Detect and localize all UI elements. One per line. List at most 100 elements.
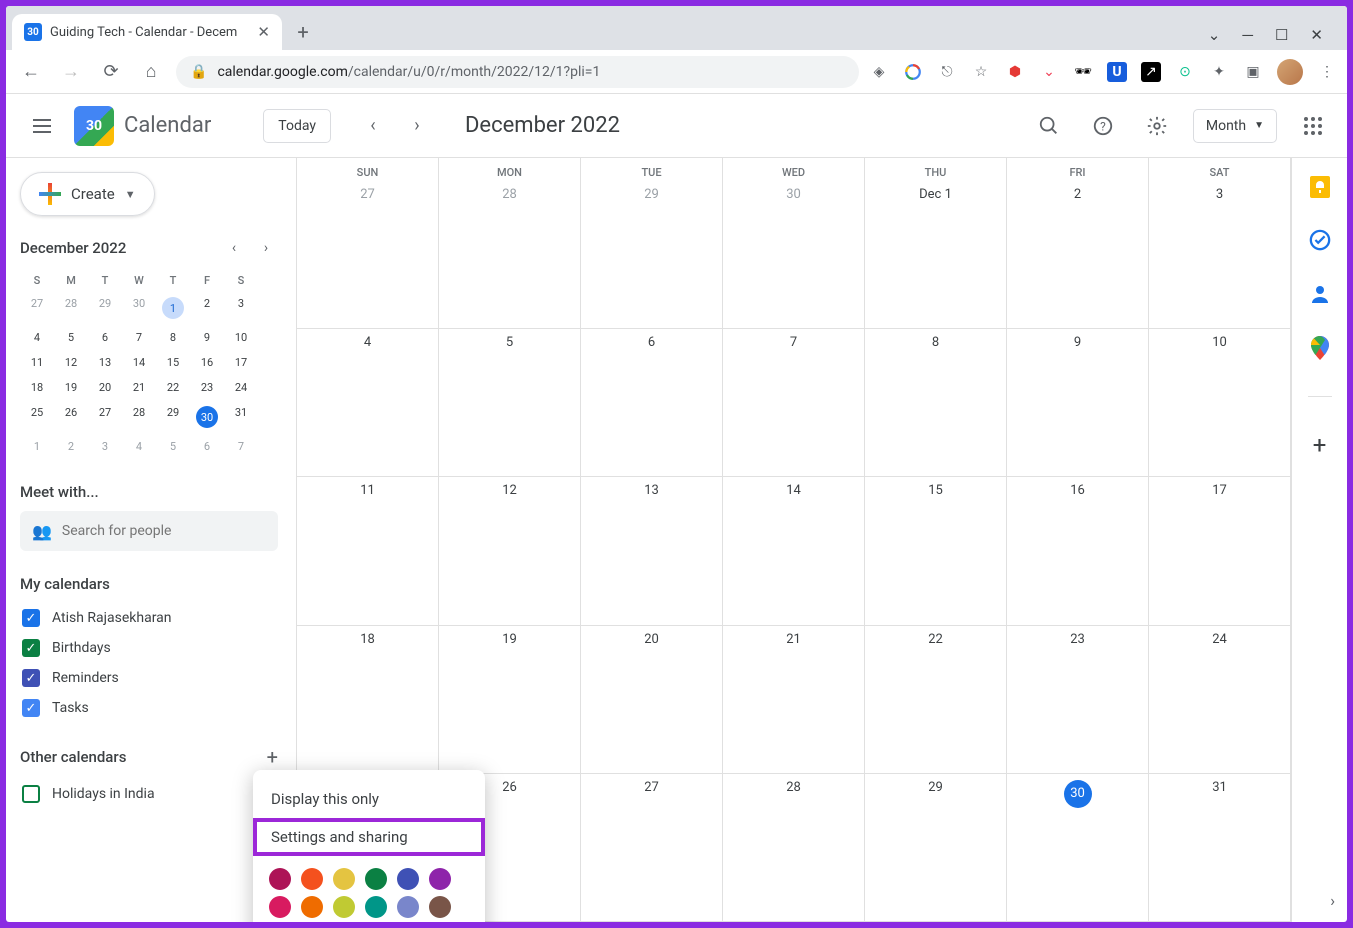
search-people-input[interactable] [62, 523, 266, 539]
mini-day[interactable]: 7 [224, 434, 258, 459]
extensions-icon[interactable]: ✦ [1209, 62, 1229, 82]
mini-day[interactable]: 30 [122, 291, 156, 325]
mini-day[interactable]: 13 [88, 350, 122, 375]
calendar-item[interactable]: ✓Atish Rajasekharan [20, 603, 278, 633]
meet-search[interactable]: 👥 [20, 511, 278, 551]
mini-day[interactable]: 25 [20, 400, 54, 434]
mini-day[interactable]: 3 [224, 291, 258, 325]
google-icon[interactable] [903, 62, 923, 82]
mini-day[interactable]: 27 [20, 291, 54, 325]
menu-display-only[interactable]: Display this only [253, 780, 485, 818]
mini-day[interactable]: 1 [156, 291, 190, 325]
forward-button[interactable]: → [56, 57, 86, 87]
mini-next-button[interactable]: › [254, 236, 278, 260]
ublock-icon[interactable]: ⬢ [1005, 62, 1025, 82]
maps-icon[interactable] [1308, 336, 1332, 360]
settings-icon[interactable] [1139, 108, 1175, 144]
day-cell[interactable]: 24 [1149, 626, 1291, 774]
extension-icon-3[interactable]: ↗ [1141, 62, 1161, 82]
main-menu-button[interactable] [22, 106, 62, 146]
mini-day[interactable]: 7 [122, 325, 156, 350]
day-cell[interactable]: 23 [1007, 626, 1149, 774]
mini-day[interactable]: 1 [20, 434, 54, 459]
day-cell[interactable]: 19 [439, 626, 581, 774]
calendar-item[interactable]: ✓Birthdays [20, 633, 278, 663]
day-cell[interactable]: 28 [723, 774, 865, 922]
day-cell[interactable]: 9 [1007, 329, 1149, 477]
hide-side-panel-button[interactable]: › [1330, 891, 1335, 910]
day-cell[interactable]: 14 [723, 477, 865, 625]
mini-day[interactable]: 15 [156, 350, 190, 375]
mini-day[interactable]: 29 [88, 291, 122, 325]
calendar-item[interactable]: ✓Reminders [20, 663, 278, 693]
day-cell[interactable]: 17 [1149, 477, 1291, 625]
address-bar[interactable]: 🔒 calendar.google.com/calendar/u/0/r/mon… [176, 56, 859, 88]
mini-prev-button[interactable]: ‹ [222, 236, 246, 260]
pocket-icon[interactable]: ⌄ [1039, 62, 1059, 82]
add-calendar-button[interactable]: + [267, 745, 278, 769]
day-cell[interactable]: 5 [439, 329, 581, 477]
color-swatch[interactable] [365, 896, 387, 918]
checkbox-icon[interactable]: ✓ [22, 699, 40, 717]
mini-day[interactable]: 18 [20, 375, 54, 400]
mini-day[interactable]: 30 [190, 400, 224, 434]
calendar-item[interactable]: Holidays in India [20, 779, 278, 809]
back-button[interactable]: ← [16, 57, 46, 87]
chevron-down-icon[interactable]: ⌄ [1208, 26, 1221, 44]
my-calendars-title[interactable]: My calendars [20, 575, 278, 593]
mini-day[interactable]: 19 [54, 375, 88, 400]
mini-day[interactable]: 3 [88, 434, 122, 459]
mini-day[interactable]: 4 [122, 434, 156, 459]
mini-day[interactable]: 10 [224, 325, 258, 350]
day-cell[interactable]: 16 [1007, 477, 1149, 625]
mini-day[interactable]: 22 [156, 375, 190, 400]
day-cell[interactable]: 11 [297, 477, 439, 625]
reload-button[interactable]: ⟳ [96, 57, 126, 87]
view-selector[interactable]: Month▼ [1193, 109, 1277, 143]
mini-day[interactable]: 4 [20, 325, 54, 350]
day-cell[interactable]: 18 [297, 626, 439, 774]
mini-day[interactable]: 23 [190, 375, 224, 400]
side-panel-icon[interactable]: ▣ [1243, 62, 1263, 82]
extension-icon[interactable]: ◈ [869, 62, 889, 82]
day-cell[interactable]: 13 [581, 477, 723, 625]
mini-day[interactable]: 27 [88, 400, 122, 434]
mini-day[interactable]: 24 [224, 375, 258, 400]
day-cell[interactable]: 8 [865, 329, 1007, 477]
day-cell[interactable]: 28 [439, 181, 581, 329]
checkbox-icon[interactable]: ✓ [22, 609, 40, 627]
mini-day[interactable]: 28 [122, 400, 156, 434]
mini-day[interactable]: 26 [54, 400, 88, 434]
checkbox-icon[interactable]: ✓ [22, 669, 40, 687]
day-cell[interactable]: 30 [723, 181, 865, 329]
day-cell[interactable]: 22 [865, 626, 1007, 774]
color-swatch[interactable] [333, 896, 355, 918]
mini-day[interactable]: 6 [88, 325, 122, 350]
profile-avatar[interactable] [1277, 59, 1303, 85]
mini-day[interactable]: 28 [54, 291, 88, 325]
minimize-icon[interactable]: ─ [1242, 26, 1253, 44]
keep-icon[interactable] [1310, 176, 1330, 198]
contacts-icon[interactable] [1308, 282, 1332, 306]
search-icon[interactable] [1031, 108, 1067, 144]
color-swatch[interactable] [269, 868, 291, 890]
bitwarden-icon[interactable]: U [1107, 62, 1127, 82]
create-button[interactable]: Create ▼ [20, 172, 155, 216]
help-icon[interactable]: ? [1085, 108, 1121, 144]
home-button[interactable]: ⌂ [136, 57, 166, 87]
color-swatch[interactable] [333, 868, 355, 890]
extension-icon-2[interactable]: 🕶 [1073, 62, 1093, 82]
menu-settings-sharing[interactable]: Settings and sharing [253, 818, 485, 856]
mini-day[interactable]: 5 [156, 434, 190, 459]
day-cell[interactable]: 29 [581, 181, 723, 329]
close-icon[interactable]: ✕ [1310, 26, 1323, 44]
day-cell[interactable]: 21 [723, 626, 865, 774]
mini-day[interactable]: 5 [54, 325, 88, 350]
maximize-icon[interactable]: ☐ [1275, 26, 1288, 44]
day-cell[interactable]: 20 [581, 626, 723, 774]
mini-day[interactable]: 14 [122, 350, 156, 375]
color-swatch[interactable] [397, 896, 419, 918]
prev-period-button[interactable]: ‹ [355, 108, 391, 144]
color-swatch[interactable] [301, 896, 323, 918]
mini-day[interactable]: 16 [190, 350, 224, 375]
